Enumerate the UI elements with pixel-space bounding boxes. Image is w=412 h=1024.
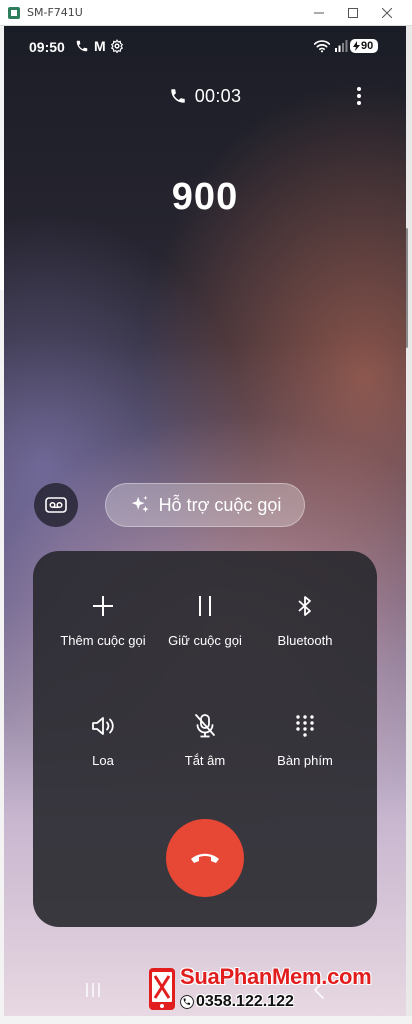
more-options-button[interactable] [352, 84, 366, 108]
desktop-edge-right [406, 26, 412, 1016]
hold-call-button[interactable]: Giữ cuộc gọi [148, 591, 262, 648]
mute-button[interactable]: Tắt âm [148, 711, 262, 768]
signal-icon [335, 40, 348, 52]
status-clock: 09:50 [29, 39, 65, 55]
keypad-label: Bàn phím [277, 753, 333, 768]
add-call-label: Thêm cuộc gọi [60, 633, 146, 648]
dialpad-icon [296, 715, 314, 737]
call-timer: 00:03 [194, 85, 242, 106]
plus-icon [93, 596, 113, 616]
call-assist-label: Hỗ trợ cuộc gọi [158, 494, 282, 515]
speaker-button[interactable]: Loa [46, 711, 160, 768]
hotline-phone-icon [180, 995, 194, 1009]
watermark-hotline: 0358.122.122 [180, 993, 294, 1011]
close-button[interactable] [370, 0, 404, 26]
battery-charging-icon [353, 41, 360, 51]
maximize-button[interactable] [336, 0, 370, 26]
watermark-phone-number: 0358.122.122 [196, 993, 294, 1010]
bluetooth-label: Bluetooth [277, 633, 333, 648]
keypad-button[interactable]: Bàn phím [248, 711, 362, 768]
battery-level: 90 [361, 40, 374, 52]
watermark-brand: SuaPhanMem.com [180, 964, 372, 989]
gmail-icon: M [94, 38, 106, 54]
pause-icon [199, 596, 211, 616]
minimize-button[interactable] [302, 0, 336, 26]
watermark: SuaPhanMem.com 0358.122.122 [148, 964, 390, 1016]
minimize-icon [314, 12, 324, 14]
wifi-icon [314, 40, 330, 53]
call-phone-icon [170, 89, 185, 103]
window-titlebar: SM-F741U [0, 0, 412, 26]
hold-call-label: Giữ cuộc gọi [168, 633, 242, 648]
phone-repair-logo-icon [149, 968, 175, 1010]
voicemail-icon [45, 497, 67, 513]
sparkle-icon [131, 495, 149, 513]
bluetooth-icon [298, 596, 311, 616]
speaker-label: Loa [92, 753, 114, 768]
add-call-button[interactable]: Thêm cuộc gọi [46, 591, 160, 648]
call-assist-button[interactable]: Hỗ trợ cuộc gọi [105, 483, 305, 527]
more-options-icon [357, 87, 361, 91]
voicemail-button[interactable] [34, 483, 78, 527]
close-icon [382, 8, 392, 18]
recent-apps-button[interactable] [84, 981, 102, 999]
settings-icon [110, 39, 124, 53]
window-controls [302, 0, 404, 26]
speaker-icon [92, 717, 114, 735]
maximize-icon [348, 8, 358, 18]
window-title: SM-F741U [27, 6, 83, 19]
hang-up-icon [191, 853, 219, 863]
in-call-controls-panel: Thêm cuộc gọi Giữ cuộc gọi Bluetooth Loa… [33, 551, 377, 927]
phone-icon [76, 40, 88, 52]
phone-screen: 09:50 M 90 00:03 900 Hỗ trợ cuộc gọi Thê… [4, 26, 406, 1016]
bluetooth-button[interactable]: Bluetooth [248, 591, 362, 648]
call-duration: 00:03 [4, 84, 406, 108]
mute-label: Tắt âm [184, 753, 226, 768]
mic-off-icon [195, 714, 215, 738]
app-icon [8, 6, 20, 19]
caller-number: 900 [171, 176, 239, 218]
status-bar: 09:50 M 90 [4, 26, 406, 68]
battery-indicator: 90 [350, 39, 378, 53]
end-call-button[interactable] [166, 819, 244, 897]
